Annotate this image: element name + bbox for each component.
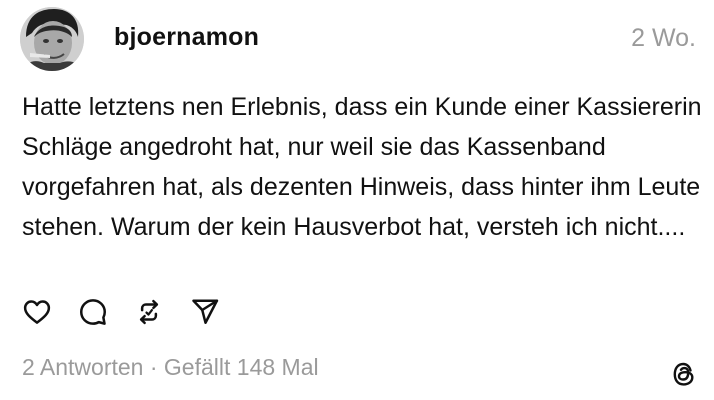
reply-button[interactable] xyxy=(76,295,110,329)
send-icon xyxy=(192,299,219,324)
stats-separator: · xyxy=(143,354,164,380)
repost-button[interactable] xyxy=(132,295,166,329)
threads-post: bjoernamon 2 Wo. Hatte letztens nen Erle… xyxy=(0,0,714,400)
post-body: Hatte letztens nen Erlebnis, dass ein Ku… xyxy=(22,93,702,241)
username[interactable]: bjoernamon xyxy=(114,23,259,52)
likes-count-link[interactable]: Gefällt 148 Mal xyxy=(164,354,319,380)
post-stats: 2 Antworten · Gefällt 148 Mal xyxy=(22,354,319,381)
repost-icon xyxy=(139,299,159,325)
avatar[interactable] xyxy=(20,7,84,71)
avatar-image xyxy=(20,7,84,71)
like-button[interactable] xyxy=(20,295,54,329)
post-timestamp: 2 Wo. xyxy=(631,24,696,52)
replies-count-link[interactable]: 2 Antworten xyxy=(22,354,143,380)
share-button[interactable] xyxy=(188,295,222,329)
heart-icon xyxy=(23,300,51,324)
threads-logo-icon xyxy=(668,358,700,390)
comment-icon xyxy=(80,299,106,325)
